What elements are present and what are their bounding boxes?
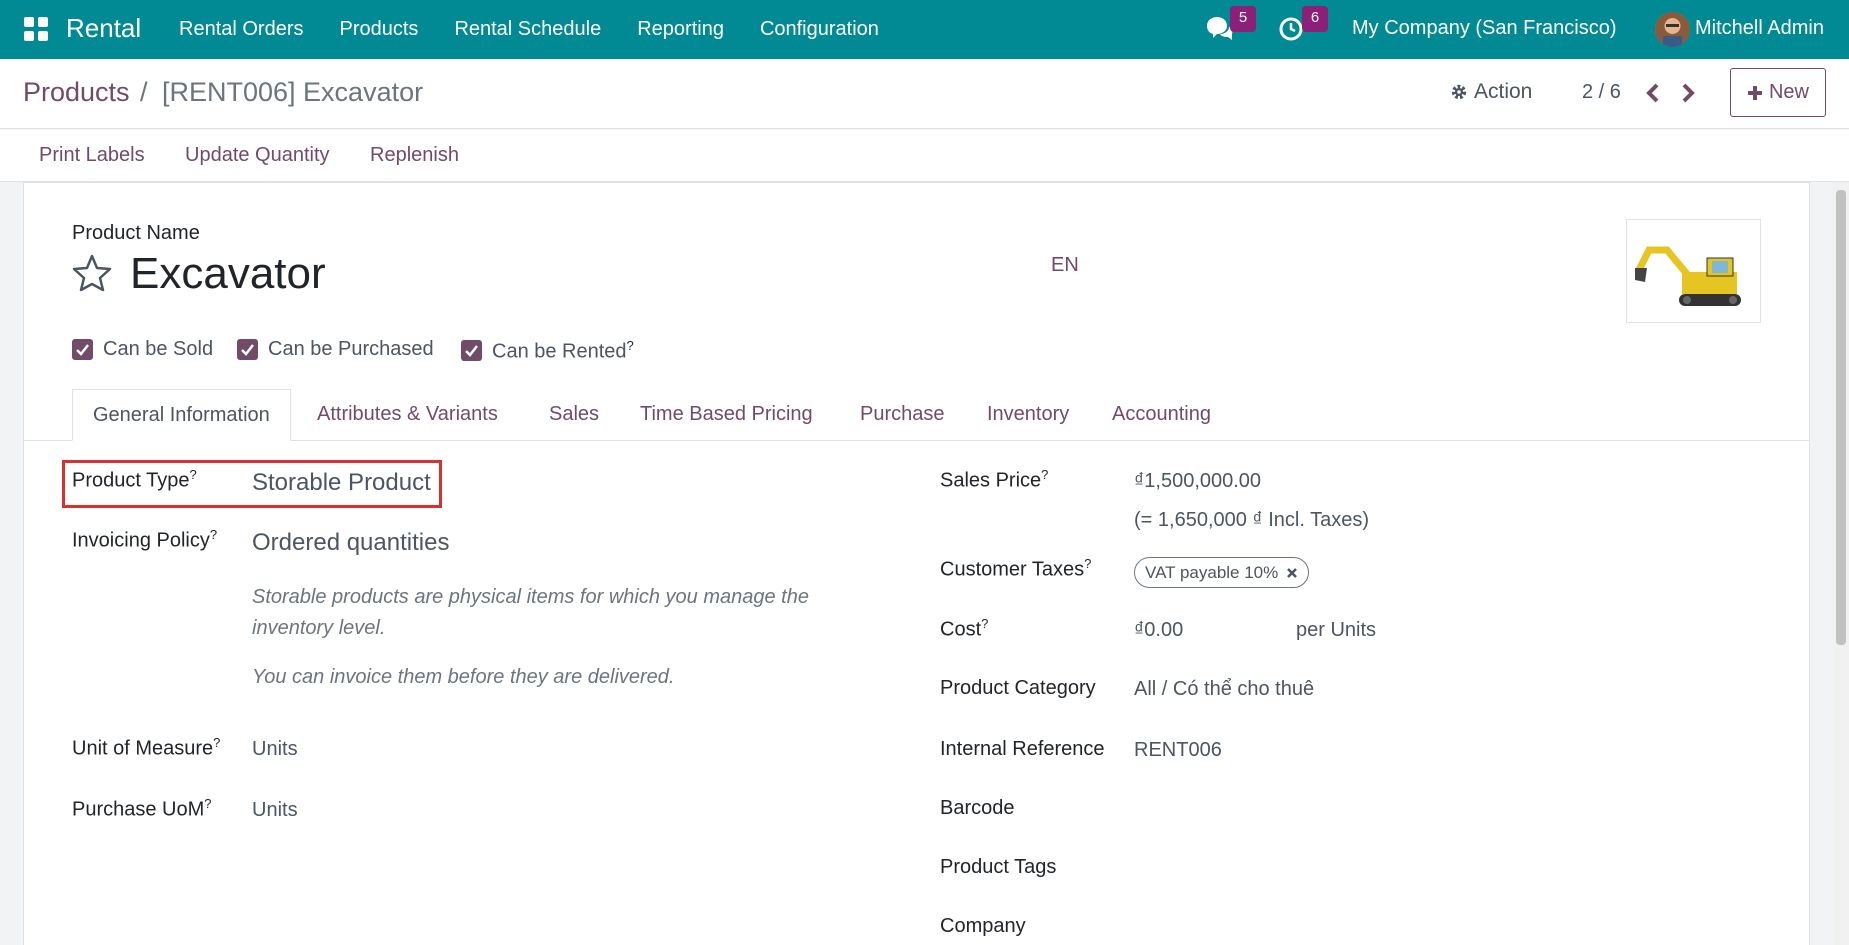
product-name-field[interactable]: Excavator bbox=[130, 249, 326, 299]
action-button[interactable]: Action bbox=[1450, 80, 1532, 104]
favorite-star-icon[interactable] bbox=[72, 254, 112, 292]
menu-reporting[interactable]: Reporting bbox=[637, 18, 724, 41]
tab-accounting[interactable]: Accounting bbox=[1112, 389, 1211, 441]
product-category-label: Product Category bbox=[940, 677, 1096, 699]
help-marker[interactable]: ? bbox=[210, 527, 217, 542]
action-label: Action bbox=[1474, 80, 1533, 103]
sales-price-field[interactable]: ₫1,500,000.00 bbox=[1134, 470, 1261, 493]
tax-tag-label: VAT payable 10% bbox=[1145, 562, 1279, 582]
excavator-image bbox=[1635, 246, 1741, 306]
breadcrumb-products[interactable]: Products bbox=[23, 77, 130, 108]
pager-next-icon[interactable] bbox=[1675, 80, 1699, 106]
tab-attributes-variants[interactable]: Attributes & Variants bbox=[317, 389, 498, 441]
product-category-field[interactable]: All / Có thể cho thuê bbox=[1134, 678, 1314, 701]
form-statusbar: Print Labels Update Quantity Replenish bbox=[0, 130, 1849, 182]
internal-reference-label: Internal Reference bbox=[940, 738, 1105, 760]
can-be-sold-label: Can be Sold bbox=[103, 338, 214, 360]
activities-badge: 6 bbox=[1302, 6, 1328, 32]
tab-general-information[interactable]: General Information bbox=[72, 389, 291, 441]
product-type-select[interactable]: Storable Product bbox=[252, 469, 431, 497]
purchase-uom-label: Purchase UoM? bbox=[72, 796, 212, 821]
help-marker[interactable]: ? bbox=[627, 338, 634, 353]
help-marker[interactable]: ? bbox=[1084, 556, 1091, 571]
invoicing-policy-label: Invoicing Policy? bbox=[72, 527, 218, 552]
company-switcher[interactable]: My Company (San Francisco) bbox=[1352, 17, 1617, 40]
tab-time-based-pricing[interactable]: Time Based Pricing bbox=[640, 389, 813, 441]
remove-tag-icon[interactable] bbox=[1286, 567, 1298, 579]
help-marker[interactable]: ? bbox=[189, 467, 196, 482]
uom-label: Unit of Measure? bbox=[72, 735, 221, 760]
company-label: Company bbox=[940, 915, 1026, 937]
checkbox-checked-icon bbox=[237, 339, 258, 360]
product-tags-label: Product Tags bbox=[940, 856, 1057, 878]
internal-reference-field[interactable]: RENT006 bbox=[1134, 739, 1222, 762]
tab-sales[interactable]: Sales bbox=[549, 389, 599, 441]
notebook-tabs: General Information Attributes & Variant… bbox=[23, 389, 1810, 441]
can-be-rented-label: Can be Rented? bbox=[492, 338, 634, 363]
apps-grid-icon[interactable] bbox=[24, 17, 48, 41]
pager-previous-icon[interactable] bbox=[1642, 80, 1666, 106]
tax-tag[interactable]: VAT payable 10% bbox=[1134, 557, 1310, 588]
customer-taxes-label: Customer Taxes? bbox=[940, 556, 1092, 581]
top-navbar: Rental Rental Orders Products Rental Sch… bbox=[0, 0, 1849, 59]
main-menu: Rental Orders Products Rental Schedule R… bbox=[179, 18, 879, 41]
invoicing-policy-select[interactable]: Ordered quantities bbox=[252, 529, 449, 557]
gear-icon bbox=[1451, 84, 1467, 100]
menu-configuration[interactable]: Configuration bbox=[760, 18, 879, 41]
checkbox-checked-icon bbox=[72, 339, 93, 360]
help-marker[interactable]: ? bbox=[1041, 467, 1048, 482]
purchase-uom-field[interactable]: Units bbox=[252, 799, 298, 822]
tab-purchase[interactable]: Purchase bbox=[860, 389, 945, 441]
product-type-help-text: Storable products are physical items for… bbox=[252, 586, 809, 639]
tab-inventory[interactable]: Inventory bbox=[987, 389, 1069, 441]
menu-rental-orders[interactable]: Rental Orders bbox=[179, 18, 304, 41]
help-marker[interactable]: ? bbox=[981, 616, 988, 631]
can-be-purchased-checkbox[interactable]: Can be Purchased bbox=[237, 338, 434, 361]
scrollbar-thumb[interactable] bbox=[1836, 190, 1846, 645]
update-quantity-button[interactable]: Update Quantity bbox=[185, 144, 330, 167]
price-incl-taxes: (= 1,650,000 ₫ Incl. Taxes) bbox=[1134, 509, 1370, 531]
menu-products[interactable]: Products bbox=[340, 18, 419, 41]
user-avatar[interactable] bbox=[1655, 12, 1690, 47]
can-be-sold-checkbox[interactable]: Can be Sold bbox=[72, 338, 213, 361]
menu-rental-schedule[interactable]: Rental Schedule bbox=[454, 18, 601, 41]
uom-field[interactable]: Units bbox=[252, 738, 298, 761]
cost-label: Cost? bbox=[940, 616, 989, 641]
control-panel: Products / [RENT006] Excavator Action 2 … bbox=[0, 59, 1849, 129]
invoicing-help-text: You can invoice them before they are del… bbox=[252, 666, 675, 688]
replenish-button[interactable]: Replenish bbox=[370, 144, 459, 167]
product-type-label: Product Type? bbox=[72, 467, 197, 492]
language-button[interactable]: EN bbox=[1051, 254, 1079, 277]
can-be-purchased-label: Can be Purchased bbox=[268, 338, 434, 360]
cost-unit: per Units bbox=[1296, 619, 1377, 641]
barcode-label: Barcode bbox=[940, 797, 1015, 819]
pager-value[interactable]: 2 / 6 bbox=[1582, 81, 1621, 104]
user-menu[interactable]: Mitchell Admin bbox=[1695, 17, 1824, 40]
cost-field[interactable]: ₫0.00 bbox=[1134, 619, 1183, 642]
can-be-rented-checkbox[interactable]: Can be Rented? bbox=[461, 338, 634, 364]
breadcrumb-current: [RENT006] Excavator bbox=[162, 77, 424, 107]
help-marker[interactable]: ? bbox=[213, 735, 220, 750]
breadcrumb-separator: / bbox=[140, 77, 148, 107]
checkbox-checked-icon bbox=[461, 340, 482, 362]
print-labels-button[interactable]: Print Labels bbox=[39, 144, 145, 167]
new-label: New bbox=[1768, 81, 1809, 103]
product-image[interactable] bbox=[1626, 219, 1761, 323]
help-marker[interactable]: ? bbox=[204, 796, 211, 811]
sales-price-label: Sales Price? bbox=[940, 467, 1049, 492]
plus-icon bbox=[1747, 85, 1762, 100]
new-button[interactable]: New bbox=[1730, 68, 1826, 117]
messages-badge: 5 bbox=[1230, 6, 1256, 32]
product-name-label: Product Name bbox=[72, 222, 200, 244]
app-name[interactable]: Rental bbox=[66, 13, 141, 44]
